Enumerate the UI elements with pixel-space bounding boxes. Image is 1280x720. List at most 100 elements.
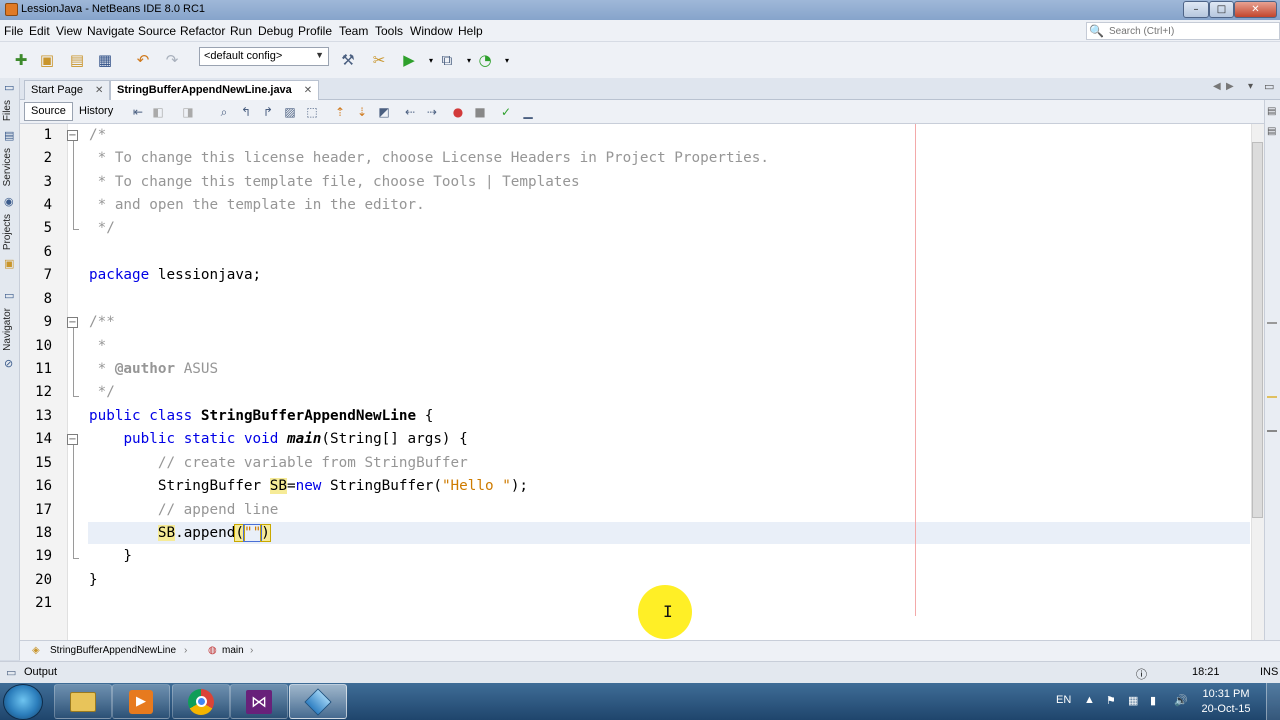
minimize-navigator-icon[interactable]: ▭ xyxy=(4,290,16,302)
split-icon[interactable]: ▤ xyxy=(1267,126,1276,137)
debug-icon[interactable]: ⧉ xyxy=(436,49,458,71)
output-tab[interactable]: Output xyxy=(24,666,57,678)
breadcrumb-method[interactable]: main xyxy=(222,645,244,656)
show-opened-documents-icon[interactable]: ▾ xyxy=(1248,81,1253,92)
line-number: 6 xyxy=(43,244,52,260)
navigator-tab[interactable]: Navigator xyxy=(2,308,13,351)
explorer-taskbar-icon[interactable] xyxy=(54,684,112,719)
shift-left-icon[interactable]: ⇠ xyxy=(402,104,418,120)
code-line-13: public class StringBufferAppendNewLine { xyxy=(89,408,433,424)
power-icon[interactable]: ▮ xyxy=(1150,694,1156,707)
toggle-rectangular-selection-icon[interactable]: ⬚ xyxy=(304,104,320,120)
show-desktop-button[interactable] xyxy=(1266,683,1280,720)
forward-icon[interactable]: ◨ xyxy=(180,104,196,120)
find-selection-icon[interactable]: ⌕ xyxy=(216,104,232,120)
tab-start-page[interactable]: Start Page ✕ xyxy=(24,80,111,100)
minimize-panel-icon[interactable]: ▭ xyxy=(4,82,16,94)
menu-edit[interactable]: Edit xyxy=(29,24,50,38)
toggle-highlight-icon[interactable]: ▨ xyxy=(282,104,298,120)
services-tab[interactable]: Services xyxy=(2,148,13,186)
notifications-icon[interactable]: ⓘ xyxy=(1136,666,1147,682)
new-project-icon[interactable]: ▣ xyxy=(36,49,58,71)
line-number: 20 xyxy=(35,572,52,588)
show-hidden-icons-icon[interactable]: ▲ xyxy=(1084,694,1095,706)
menu-view[interactable]: View xyxy=(56,24,82,38)
run-icon[interactable]: ▶ xyxy=(398,49,420,71)
menu-source[interactable]: Source xyxy=(138,24,176,38)
chrome-icon xyxy=(188,688,214,715)
network-icon[interactable]: ▦ xyxy=(1128,694,1138,707)
maximize-button[interactable]: □ xyxy=(1209,1,1234,18)
new-file-icon[interactable]: ✚ xyxy=(10,49,32,71)
last-edit-icon[interactable]: ⇤ xyxy=(130,104,146,120)
find-next-icon[interactable]: ↱ xyxy=(260,104,276,120)
play-icon: ▶ xyxy=(129,689,153,714)
minimize-button[interactable]: – xyxy=(1183,1,1209,18)
history-mode-button[interactable]: History xyxy=(72,102,120,121)
undo-icon[interactable]: ↶ xyxy=(132,49,154,71)
chrome-taskbar-icon[interactable] xyxy=(172,684,230,719)
stop-macro-icon[interactable]: ■ xyxy=(472,104,488,120)
menu-refactor[interactable]: Refactor xyxy=(180,24,225,38)
split-icon[interactable]: ▤ xyxy=(1267,106,1276,117)
language-indicator[interactable]: EN xyxy=(1056,694,1071,706)
open-project-icon[interactable]: ▤ xyxy=(66,49,88,71)
keyword: public static void xyxy=(123,431,279,447)
menu-tools[interactable]: Tools xyxy=(375,24,403,38)
menu-navigate[interactable]: Navigate xyxy=(87,24,134,38)
start-macro-icon[interactable]: ● xyxy=(450,104,466,120)
projects-icon: ▣ xyxy=(4,257,15,270)
search-input[interactable] xyxy=(1109,24,1269,38)
scroll-tabs-left-icon[interactable]: ◀ xyxy=(1213,81,1221,92)
media-player-taskbar-icon[interactable]: ▶ xyxy=(112,684,170,719)
toggle-bookmark-icon[interactable]: ◩ xyxy=(376,104,392,120)
code-editor[interactable]: 1 2 3 4 5 6 7 8 9 10 11 12 13 14 15 16 1… xyxy=(20,124,1264,640)
clean-build-icon[interactable]: ✂ xyxy=(368,49,390,71)
close-icon[interactable]: ✕ xyxy=(95,85,103,96)
menu-help[interactable]: Help xyxy=(458,24,483,38)
code-text: = xyxy=(286,478,296,494)
start-button[interactable] xyxy=(3,684,43,720)
uncomment-icon[interactable]: ▁ xyxy=(520,104,536,120)
source-mode-button[interactable]: Source xyxy=(24,102,73,121)
method-name: main xyxy=(286,431,322,447)
back-icon[interactable]: ◧ xyxy=(150,104,166,120)
maximize-window-icon[interactable]: ▭ xyxy=(1264,80,1274,93)
close-window-button[interactable]: ✕ xyxy=(1234,1,1277,18)
fold-toggle[interactable]: − xyxy=(67,317,78,328)
profile-dropdown-icon[interactable]: ▾ xyxy=(496,49,518,71)
breadcrumb-class[interactable]: StringBufferAppendNewLine xyxy=(50,645,176,656)
menu-debug[interactable]: Debug xyxy=(258,24,293,38)
scroll-tabs-right-icon[interactable]: ▶ xyxy=(1226,81,1234,92)
action-center-icon[interactable]: ⚑ xyxy=(1106,694,1116,707)
comment-icon[interactable]: ✓ xyxy=(498,104,514,120)
profile-icon[interactable]: ◔ xyxy=(474,49,496,71)
volume-icon[interactable]: 🔊 xyxy=(1174,694,1188,707)
configuration-select[interactable]: <default config> ▼ xyxy=(199,47,329,66)
clock[interactable]: 10:31 PM 20-Oct-15 xyxy=(1196,687,1256,717)
files-tab[interactable]: Files xyxy=(2,100,13,121)
build-icon[interactable]: ⚒ xyxy=(337,49,359,71)
redo-icon[interactable]: ↷ xyxy=(161,49,183,71)
close-icon[interactable]: ✕ xyxy=(304,85,312,96)
shift-right-icon[interactable]: ⇢ xyxy=(424,104,440,120)
next-bookmark-icon[interactable]: ⇣ xyxy=(354,104,370,120)
fold-toggle[interactable]: − xyxy=(67,130,78,141)
visual-studio-taskbar-icon[interactable]: ⋈ xyxy=(230,684,288,719)
quick-search[interactable]: 🔍 xyxy=(1086,22,1280,40)
menu-window[interactable]: Window xyxy=(410,24,453,38)
tab-stringbufferappendnewline[interactable]: StringBufferAppendNewLine.java ✕ xyxy=(110,80,320,100)
fold-toggle[interactable]: − xyxy=(67,434,78,445)
window-title: LessionJava - NetBeans IDE 8.0 RC1 xyxy=(21,3,206,15)
find-previous-icon[interactable]: ↰ xyxy=(238,104,254,120)
menu-profile[interactable]: Profile xyxy=(298,24,332,38)
menu-file[interactable]: File xyxy=(4,24,23,38)
menu-run[interactable]: Run xyxy=(230,24,252,38)
projects-tab[interactable]: Projects xyxy=(2,214,13,250)
menu-team[interactable]: Team xyxy=(339,24,368,38)
previous-bookmark-icon[interactable]: ⇡ xyxy=(332,104,348,120)
save-all-icon[interactable]: ▦ xyxy=(94,49,116,71)
netbeans-taskbar-icon[interactable] xyxy=(289,684,347,719)
scrollbar-thumb[interactable] xyxy=(1252,142,1263,518)
